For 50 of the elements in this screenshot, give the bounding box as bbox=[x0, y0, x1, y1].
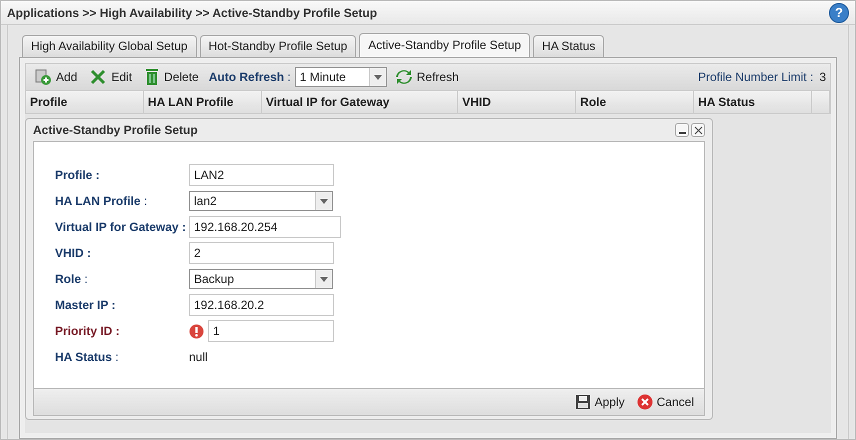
refresh-icon bbox=[394, 69, 413, 85]
help-button[interactable]: ? bbox=[829, 2, 849, 22]
field-label: Role : bbox=[55, 272, 89, 286]
column-header[interactable]: Profile bbox=[26, 91, 144, 113]
profile-limit-value: 3 bbox=[819, 70, 826, 84]
column-header[interactable]: HA LAN Profile bbox=[144, 91, 262, 113]
trash-icon bbox=[144, 68, 160, 86]
field-value: null bbox=[189, 350, 208, 364]
cancel-icon bbox=[636, 394, 653, 410]
input-field[interactable]: 2 bbox=[189, 242, 334, 264]
column-header[interactable]: VHID bbox=[458, 91, 576, 113]
field-label: Priority ID : bbox=[55, 324, 121, 338]
minimize-icon bbox=[678, 132, 686, 134]
input-field[interactable]: LAN2 bbox=[189, 164, 334, 186]
cancel-button[interactable]: Cancel bbox=[632, 392, 698, 412]
delete-button[interactable]: Delete bbox=[140, 66, 203, 88]
profile-limit-label: Profile Number Limit : bbox=[698, 70, 814, 84]
dropdown[interactable]: lan2 bbox=[189, 191, 333, 211]
caret-icon bbox=[320, 198, 328, 204]
column-header[interactable]: Virtual IP for Gateway bbox=[262, 91, 458, 113]
close-button[interactable] bbox=[691, 123, 705, 137]
field-label: Virtual IP for Gateway : bbox=[55, 220, 187, 234]
caret-icon bbox=[320, 276, 328, 282]
caret-icon bbox=[374, 74, 382, 80]
input-field[interactable]: 192.168.20.2 bbox=[189, 294, 334, 316]
field-label: HA Status : bbox=[55, 350, 120, 364]
column-header[interactable]: HA Status bbox=[694, 91, 812, 113]
input-field[interactable]: 192.168.20.254 bbox=[189, 216, 341, 238]
dialog-title: Active-Standby Profile Setup bbox=[33, 123, 198, 137]
tab[interactable]: High Availability Global Setup bbox=[22, 35, 197, 57]
column-header[interactable]: Role bbox=[576, 91, 694, 113]
edit-button[interactable]: Edit bbox=[85, 66, 136, 88]
dropdown[interactable]: Backup bbox=[189, 269, 333, 289]
field-label: VHID : bbox=[55, 246, 92, 260]
add-button[interactable]: Add bbox=[30, 66, 82, 88]
field-label: Master IP : bbox=[55, 298, 116, 312]
tab[interactable]: Hot-Standby Profile Setup bbox=[200, 35, 356, 57]
field-label: HA LAN Profile : bbox=[55, 194, 148, 208]
input-field[interactable]: 1 bbox=[208, 320, 334, 342]
minimize-button[interactable] bbox=[675, 123, 689, 137]
auto-refresh-select[interactable]: 1 Minute bbox=[294, 67, 387, 87]
breadcrumb: Applications >> High Availability >> Active-Standby Profile Setup bbox=[7, 6, 378, 20]
tab[interactable]: Active-Standby Profile Setup bbox=[359, 33, 530, 57]
refresh-button[interactable]: Refresh bbox=[390, 67, 463, 87]
field-label: Profile : bbox=[55, 168, 101, 182]
add-icon bbox=[34, 68, 52, 86]
apply-button[interactable]: Apply bbox=[570, 392, 629, 412]
close-icon bbox=[694, 126, 702, 134]
auto-refresh-label: Auto Refresh : bbox=[208, 70, 291, 84]
tab[interactable]: HA Status bbox=[533, 35, 604, 57]
